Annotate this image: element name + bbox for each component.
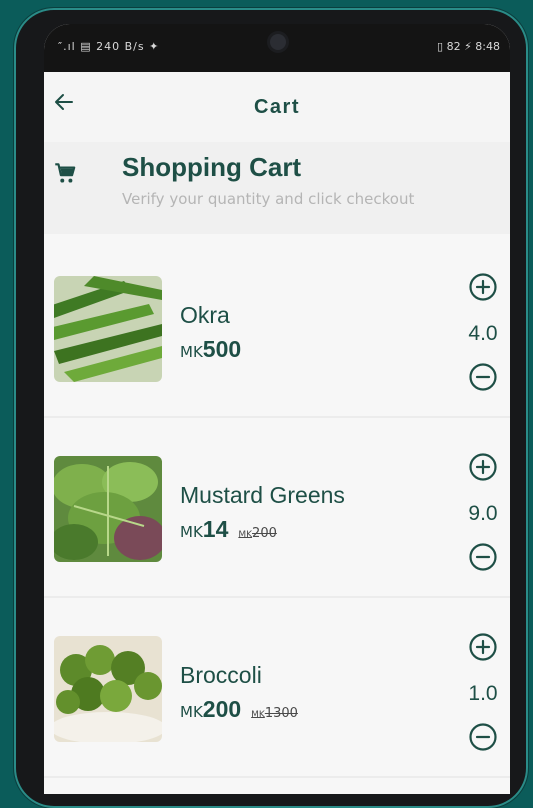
cart-item: Okra MK500 4.0 [44, 252, 510, 418]
plus-circle-icon[interactable] [468, 272, 498, 302]
cart-header: Shopping Cart Verify your quantity and c… [44, 142, 510, 234]
price-currency: MK [180, 703, 203, 721]
old-price: MK200 [238, 526, 277, 541]
plus-circle-icon[interactable] [468, 452, 498, 482]
item-name: Broccoli [180, 662, 262, 688]
status-bar: ″.ıl ▤ 240 B/s ✦ ▯ 82 ⚡ 8:48 [44, 24, 510, 72]
price-amount: 14 [202, 516, 229, 542]
cart-item: Broccoli MK200 MK1300 1.0 [44, 612, 510, 778]
phone-frame: ″.ıl ▤ 240 B/s ✦ ▯ 82 ⚡ 8:48 Cart Shoppi… [14, 8, 528, 808]
mustard-greens-image [54, 456, 162, 562]
plus-circle-icon[interactable] [468, 632, 498, 662]
item-price: MK500 [180, 336, 241, 363]
page-title: Cart [253, 96, 300, 118]
cart-list: Okra MK500 4.0 Mustard Greens MK14 MK200… [44, 252, 510, 792]
minus-circle-icon[interactable] [468, 542, 498, 572]
status-bar-left: ″.ıl ▤ 240 B/s ✦ [58, 40, 160, 53]
item-price: MK200 MK1300 [180, 696, 298, 723]
old-price: MK1300 [251, 706, 298, 721]
old-price-currency: MK [238, 530, 253, 540]
broccoli-image [54, 636, 162, 742]
front-camera [270, 34, 286, 50]
item-quantity: 4.0 [468, 322, 498, 345]
app-screen: ″.ıl ▤ 240 B/s ✦ ▯ 82 ⚡ 8:48 Cart Shoppi… [44, 24, 510, 794]
price-amount: 500 [202, 336, 242, 362]
section-title: Shopping Cart [122, 152, 302, 182]
item-name: Mustard Greens [180, 482, 345, 508]
price-currency: MK [180, 523, 203, 541]
minus-circle-icon[interactable] [468, 362, 498, 392]
cart-item: Mustard Greens MK14 MK200 9.0 [44, 432, 510, 598]
price-amount: 200 [202, 696, 242, 722]
item-name: Okra [180, 302, 230, 328]
cart-icon [55, 163, 76, 183]
section-subtitle: Verify your quantity and click checkout [122, 190, 415, 208]
app-bar: Cart [44, 72, 510, 142]
old-price-currency: MK [251, 710, 265, 720]
old-price-amount: 1300 [264, 706, 298, 721]
okra-image [54, 276, 162, 382]
minus-circle-icon[interactable] [468, 722, 498, 752]
old-price-amount: 200 [252, 526, 277, 541]
item-quantity: 1.0 [468, 682, 498, 705]
price-currency: MK [180, 343, 203, 361]
item-price: MK14 MK200 [180, 516, 277, 543]
item-quantity: 9.0 [468, 502, 498, 525]
status-bar-right: ▯ 82 ⚡ 8:48 [437, 40, 500, 53]
